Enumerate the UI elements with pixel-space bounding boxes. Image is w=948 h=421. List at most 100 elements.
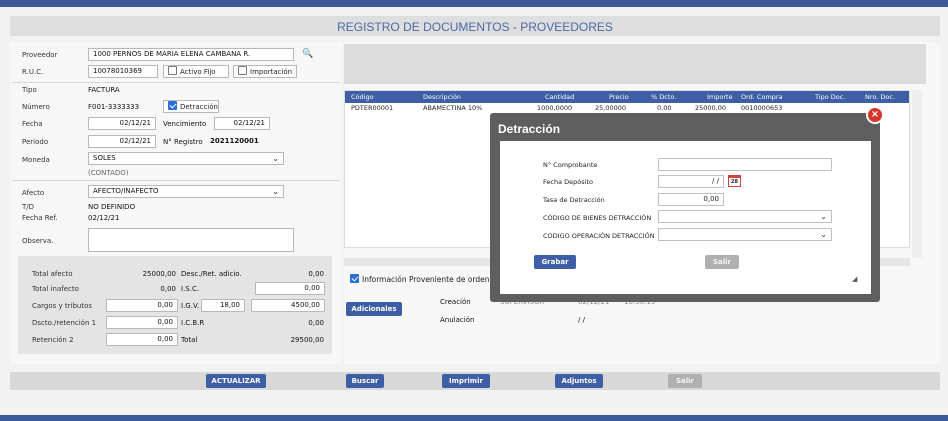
col-importe[interactable]: Importe — [707, 91, 733, 103]
col-cantidad[interactable]: Cantidad — [545, 91, 574, 103]
col-dcto[interactable]: % Dcto. — [651, 91, 676, 103]
comprobante-label: N° Comprobante — [543, 161, 598, 169]
importacion-checkbox[interactable]: Importación — [233, 65, 297, 78]
condicion-value: (CONTADO) — [88, 169, 129, 177]
observa-textarea[interactable] — [88, 228, 294, 252]
dialog-body: N° Comprobante Fecha Depósito / / 28 Tas… — [500, 141, 871, 294]
vertical-scrollbar[interactable] — [912, 90, 922, 258]
buscar-button[interactable]: Buscar — [346, 374, 384, 388]
moneda-select[interactable]: SOLES ⌄ — [88, 152, 284, 165]
chevron-down-icon: ⌄ — [820, 212, 827, 221]
total-inafecto-value: 0,00 — [160, 285, 176, 293]
anulacion-date: / / — [578, 316, 585, 324]
afecto-value: AFECTO/INAFECTO — [93, 187, 159, 195]
cell-codigo: PDTER00001 — [351, 104, 394, 112]
tipo-value: FACTURA — [88, 86, 120, 94]
numero-label: Número — [22, 103, 50, 111]
importacion-label: Importación — [250, 68, 293, 76]
col-descripcion[interactable]: Descripción — [423, 91, 461, 103]
afecto-select[interactable]: AFECTO/INAFECTO ⌄ — [88, 185, 284, 198]
vencimiento-label: Vencimiento — [163, 120, 207, 128]
cargos-input[interactable]: 0,00 — [106, 299, 178, 312]
dscto-label: Dscto./retención 1 — [32, 319, 97, 327]
detraccion-checkbox[interactable]: Detracción — [163, 100, 219, 113]
periodo-label: Periodo — [22, 138, 49, 146]
igv-label: I.G.V. — [181, 302, 200, 310]
comprobante-input[interactable] — [658, 158, 832, 171]
operacion-label: CODIGO OPERACIÓN DETRACCIÓN — [543, 232, 655, 240]
grabar-button[interactable]: Grabar — [534, 255, 576, 269]
ruc-label: R.U.C. — [22, 68, 44, 76]
tasa-input[interactable]: 0,00 — [658, 193, 724, 206]
bottom-bar — [0, 415, 948, 421]
activo-fijo-checkbox[interactable]: Activo Fijo — [163, 65, 229, 78]
fecha-ref-value: 02/12/21 — [88, 214, 120, 222]
actualizar-button[interactable]: ACTUALIZAR — [206, 374, 266, 388]
col-nro-doc[interactable]: Nro. Doc. — [865, 91, 895, 103]
dscto-input[interactable]: 0,00 — [106, 316, 178, 329]
cell-descripcion: ABAMECTINA 10% — [423, 104, 483, 112]
td-value: NO DEFINIDO — [88, 203, 136, 211]
search-icon[interactable]: 🔍 — [302, 49, 313, 59]
detraccion-label: Detracción — [180, 103, 218, 111]
adicionales-button[interactable]: Adicionales — [346, 302, 402, 316]
td-label: T/D — [22, 203, 35, 211]
calendar-icon[interactable]: 28 — [728, 175, 741, 187]
resize-handle-icon[interactable]: ◢ — [852, 275, 857, 283]
ruc-input[interactable]: 10078010369 — [88, 65, 158, 78]
dialog-title: Detracción — [498, 122, 561, 136]
tipo-label: Tipo — [22, 86, 37, 94]
operacion-select[interactable]: ⌄ — [658, 228, 832, 241]
title-bar: REGISTRO DE DOCUMENTOS - PROVEEDORES — [10, 16, 940, 36]
bienes-select[interactable]: ⌄ — [658, 210, 832, 223]
col-ord-compra[interactable]: Ord. Compra — [741, 91, 783, 103]
retencion-input[interactable]: 0,00 — [106, 333, 178, 346]
col-tipo-doc[interactable]: Tipo Doc. — [815, 91, 845, 103]
proveedor-input[interactable]: 1000 PERNOS DE MARIA ELENA CAMBANA R. — [88, 48, 294, 61]
checkbox-checked-icon — [168, 101, 177, 110]
detail-header-area — [344, 44, 926, 84]
chevron-down-icon: ⌄ — [272, 154, 279, 163]
icbr-value: 0,00 — [308, 319, 324, 327]
activo-fijo-label: Activo Fijo — [180, 68, 216, 76]
afecto-label: Afecto — [22, 189, 45, 197]
observa-label: Observa. — [22, 237, 54, 245]
imprimir-button[interactable]: Imprimir — [442, 374, 490, 388]
col-precio[interactable]: Precio — [609, 91, 629, 103]
info-orden-checkbox[interactable]: Información Proveniente de orden de — [346, 274, 501, 287]
registro-value: 2021120001 — [210, 137, 259, 145]
salir-button[interactable]: Salir — [668, 374, 702, 388]
desc-label: Desc./Ret. adicio. — [181, 270, 242, 278]
moneda-label: Moneda — [22, 156, 50, 164]
registro-label: N° Registro — [163, 138, 203, 146]
total-inafecto-label: Total inafecto — [32, 285, 79, 293]
moneda-value: SOLES — [93, 154, 116, 162]
creacion-label: Creación — [440, 298, 471, 306]
divider — [12, 82, 340, 83]
top-bar — [0, 0, 948, 7]
periodo-input[interactable]: 02/12/21 — [88, 135, 156, 148]
adjuntos-button[interactable]: Adjuntos — [555, 374, 603, 388]
chevron-down-icon: ⌄ — [820, 230, 827, 239]
fecha-deposito-label: Fecha Depósito — [543, 178, 593, 186]
info-orden-label: Información Proveniente de orden de — [362, 275, 502, 284]
dialog-salir-button[interactable]: Salir — [705, 255, 739, 269]
fecha-ref-label: Fecha Ref. — [22, 214, 58, 222]
divider — [12, 180, 340, 181]
igv-rate-input[interactable]: 18,00 — [201, 299, 245, 312]
col-codigo[interactable]: Código — [351, 91, 374, 103]
igv-value-input[interactable]: 4500,00 — [251, 299, 325, 312]
isc-input[interactable]: 0,00 — [255, 282, 325, 295]
fecha-deposito-input[interactable]: / / — [658, 175, 724, 188]
fecha-input[interactable]: 02/12/21 — [88, 117, 156, 130]
proveedor-label: Proveedor — [22, 51, 58, 59]
page-title: REGISTRO DE DOCUMENTOS - PROVEEDORES — [337, 20, 613, 34]
cargos-label: Cargos y tributos — [32, 302, 93, 310]
vencimiento-input[interactable]: 02/12/21 — [214, 117, 270, 130]
retencion-label: Retención 2 — [32, 336, 74, 344]
detraccion-dialog: Detracción N° Comprobante Fecha Depósito… — [490, 113, 880, 302]
anulacion-label: Anulación — [440, 316, 475, 324]
bienes-label: CÓDIGO DE BIENES DETRACCIÓN — [543, 214, 652, 222]
close-icon[interactable]: × — [866, 106, 884, 124]
icbr-label: I.C.B.R — [181, 319, 205, 327]
